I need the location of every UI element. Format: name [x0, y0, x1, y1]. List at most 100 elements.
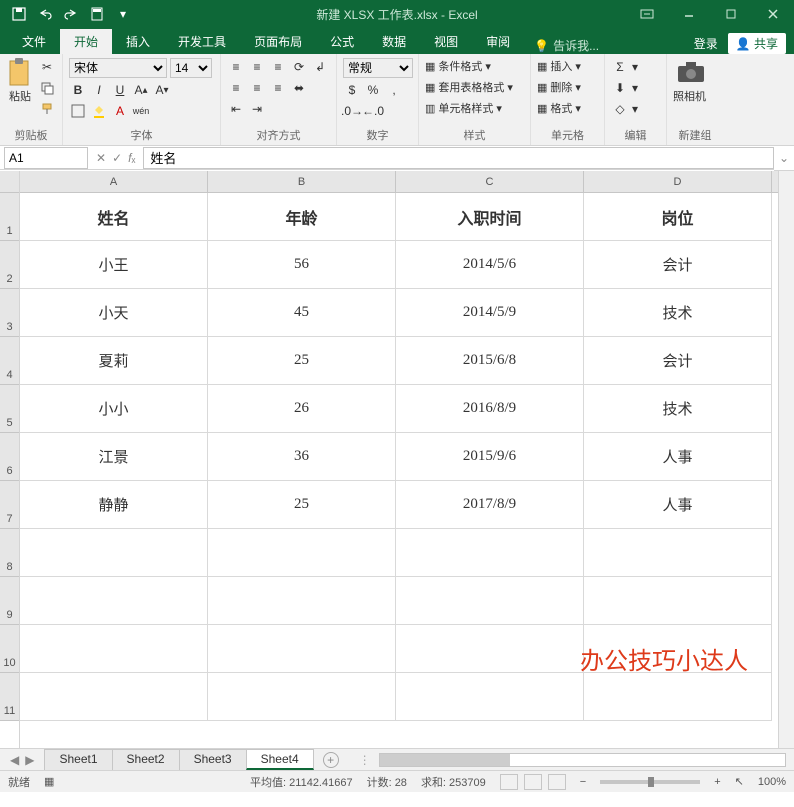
cell[interactable]: 56: [208, 241, 396, 289]
row-header-11[interactable]: 11: [0, 673, 19, 721]
prev-sheet-icon[interactable]: ◀: [10, 753, 19, 767]
col-header-B[interactable]: B: [208, 171, 396, 192]
border-icon[interactable]: [69, 102, 87, 120]
tab-layout[interactable]: 页面布局: [240, 29, 316, 54]
zoom-in-icon[interactable]: +: [714, 776, 720, 788]
decrease-decimal-icon[interactable]: ←.0: [364, 102, 382, 120]
expand-fbar-icon[interactable]: ⌄: [774, 146, 794, 171]
font-color-icon[interactable]: A: [111, 102, 129, 120]
horizontal-scrollbar[interactable]: [379, 753, 786, 767]
delete-button[interactable]: ▦删除 ▾: [537, 79, 581, 95]
tab-file[interactable]: 文件: [8, 29, 60, 54]
col-header-A[interactable]: A: [20, 171, 208, 192]
table-format-button[interactable]: ▦套用表格格式 ▾: [425, 79, 513, 95]
cell[interactable]: 岗位: [584, 193, 772, 241]
zoom-out-icon[interactable]: −: [580, 776, 586, 788]
cancel-icon[interactable]: ✕: [96, 151, 106, 165]
cell[interactable]: 2017/8/9: [396, 481, 584, 529]
cell[interactable]: [208, 529, 396, 577]
cell[interactable]: 技术: [584, 289, 772, 337]
sheet-tab-Sheet3[interactable]: Sheet3: [179, 749, 247, 770]
cell[interactable]: [396, 625, 584, 673]
format-painter-icon[interactable]: [38, 100, 56, 118]
vertical-scrollbar[interactable]: [778, 171, 794, 748]
qat-more-icon[interactable]: ▾: [114, 5, 132, 23]
cell[interactable]: 人事: [584, 481, 772, 529]
maximize-icon[interactable]: [710, 0, 752, 28]
sheet-nav[interactable]: ◀▶: [0, 753, 44, 767]
cell[interactable]: [20, 577, 208, 625]
login-button[interactable]: 登录: [694, 35, 718, 52]
cell[interactable]: [208, 673, 396, 721]
fx-icon[interactable]: fₓ: [128, 151, 135, 165]
col-header-C[interactable]: C: [396, 171, 584, 192]
insert-button[interactable]: ▦插入 ▾: [537, 58, 581, 74]
tab-home[interactable]: 开始: [60, 29, 112, 54]
number-format-select[interactable]: 常规: [343, 58, 413, 78]
sheet-tab-Sheet1[interactable]: Sheet1: [44, 749, 112, 770]
cell[interactable]: [208, 577, 396, 625]
cell[interactable]: 2015/9/6: [396, 433, 584, 481]
view-normal-icon[interactable]: [500, 774, 518, 790]
cell[interactable]: [208, 625, 396, 673]
close-icon[interactable]: [752, 0, 794, 28]
cell[interactable]: 年龄: [208, 193, 396, 241]
row-header-5[interactable]: 5: [0, 385, 19, 433]
cell[interactable]: [396, 673, 584, 721]
cell[interactable]: 45: [208, 289, 396, 337]
fill-color-icon[interactable]: [90, 102, 108, 120]
cell[interactable]: 江景: [20, 433, 208, 481]
redo-icon[interactable]: [62, 5, 80, 23]
cell[interactable]: [584, 673, 772, 721]
fill-icon[interactable]: ⬇: [611, 79, 629, 97]
view-break-icon[interactable]: [548, 774, 566, 790]
tab-view[interactable]: 视图: [420, 29, 472, 54]
tab-review[interactable]: 审阅: [472, 29, 524, 54]
row-header-10[interactable]: 10: [0, 625, 19, 673]
cell[interactable]: 2015/6/8: [396, 337, 584, 385]
sum-icon[interactable]: Σ: [611, 58, 629, 76]
minimize-icon[interactable]: [668, 0, 710, 28]
cell[interactable]: 26: [208, 385, 396, 433]
underline-button[interactable]: U: [111, 81, 129, 99]
cell[interactable]: 姓名: [20, 193, 208, 241]
cell-style-button[interactable]: ▥单元格样式 ▾: [425, 100, 502, 116]
formula-input[interactable]: [143, 147, 774, 169]
cut-icon[interactable]: ✂: [38, 58, 56, 76]
tab-formula[interactable]: 公式: [316, 29, 368, 54]
cell[interactable]: 36: [208, 433, 396, 481]
wrap-text-icon[interactable]: ↲: [311, 58, 329, 76]
align-right-icon[interactable]: ≡: [269, 79, 287, 97]
next-sheet-icon[interactable]: ▶: [25, 753, 34, 767]
cell[interactable]: 夏莉: [20, 337, 208, 385]
tab-dev[interactable]: 开发工具: [164, 29, 240, 54]
zoom-level[interactable]: 100%: [758, 776, 786, 788]
cell[interactable]: [20, 673, 208, 721]
align-top-icon[interactable]: ≡: [227, 58, 245, 76]
bold-button[interactable]: B: [69, 81, 87, 99]
font-name-select[interactable]: 宋体: [69, 58, 167, 78]
cell[interactable]: 2016/8/9: [396, 385, 584, 433]
sheet-tab-Sheet2[interactable]: Sheet2: [112, 749, 180, 770]
calc-icon[interactable]: [88, 5, 106, 23]
font-size-select[interactable]: 14: [170, 58, 212, 78]
increase-decimal-icon[interactable]: .0→: [343, 102, 361, 120]
currency-icon[interactable]: $: [343, 81, 361, 99]
cell[interactable]: 25: [208, 337, 396, 385]
cell[interactable]: 人事: [584, 433, 772, 481]
percent-icon[interactable]: %: [364, 81, 382, 99]
indent-inc-icon[interactable]: ⇥: [248, 100, 266, 118]
select-all-corner[interactable]: [0, 171, 19, 193]
cell[interactable]: 静静: [20, 481, 208, 529]
tab-data[interactable]: 数据: [368, 29, 420, 54]
share-button[interactable]: 👤 共享: [728, 33, 786, 54]
indent-dec-icon[interactable]: ⇤: [227, 100, 245, 118]
name-box[interactable]: [4, 147, 88, 169]
copy-icon[interactable]: [38, 79, 56, 97]
decrease-font-icon[interactable]: A▾: [153, 81, 171, 99]
cell[interactable]: 小小: [20, 385, 208, 433]
undo-icon[interactable]: [36, 5, 54, 23]
row-header-9[interactable]: 9: [0, 577, 19, 625]
cell[interactable]: 2014/5/6: [396, 241, 584, 289]
ribbon-opts-icon[interactable]: [626, 0, 668, 28]
